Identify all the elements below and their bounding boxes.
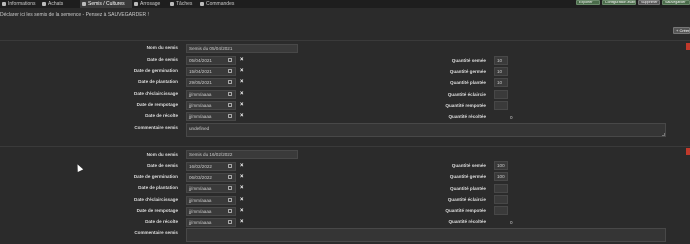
resize-handle-icon[interactable]	[662, 133, 665, 136]
quantite-eclaircie-label: Quantité éclaircie	[447, 92, 486, 97]
commentaire-textarea[interactable]: undefined	[186, 123, 666, 137]
quantite-rempotee-label: Quantité rempotée	[445, 103, 486, 108]
clear-date-icon[interactable]: ×	[240, 91, 244, 97]
nom-semis-input[interactable]: Semis du 05/04/2021	[186, 44, 298, 53]
clear-date-icon[interactable]: ×	[240, 79, 244, 85]
delete-button[interactable]: Supprimer	[638, 0, 660, 5]
calendar-icon[interactable]	[228, 198, 232, 202]
date-plantation-label: Date de plantation	[138, 185, 178, 190]
clear-date-icon[interactable]: ×	[240, 174, 244, 180]
commentaire-label: Commentaire semis	[134, 125, 178, 130]
clear-date-icon[interactable]: ×	[240, 68, 244, 74]
calendar-icon[interactable]	[228, 220, 232, 224]
calendar-icon[interactable]	[228, 186, 232, 190]
calendar-icon[interactable]	[228, 92, 232, 96]
quantite-plantee-input[interactable]: 10	[494, 78, 508, 87]
clear-date-icon[interactable]: ×	[240, 185, 244, 191]
clear-date-icon[interactable]: ×	[240, 57, 244, 63]
save-notice: Déclarer ici les semis de la semence - P…	[0, 12, 149, 18]
quantite-germee-label: Quantité germée	[449, 69, 486, 74]
clear-date-icon[interactable]: ×	[240, 197, 244, 203]
quantite-recoltee-value[interactable]: 0	[510, 115, 513, 120]
quantite-eclaircie-label: Quantité éclaircie	[447, 197, 486, 202]
date-recolte-label: Date de récolte	[145, 113, 178, 118]
advanced-config-button[interactable]: Configuration avancée	[602, 0, 636, 5]
date-eclaircissage-label: Date d'éclaircissage	[134, 91, 178, 96]
quantite-semee-label: Quantité semée	[451, 58, 486, 63]
tab-commandes[interactable]: Commandes	[198, 0, 242, 8]
calendar-icon[interactable]	[228, 80, 232, 84]
date-semis-label: Date de semis	[147, 163, 178, 168]
quantite-plantee-label: Quantité plantée	[450, 186, 486, 191]
watering-can-icon	[134, 2, 138, 6]
nom-semis-label: Nom du semis	[146, 152, 178, 157]
calendar-icon[interactable]	[228, 209, 232, 213]
quantite-semee-input[interactable]: 10	[494, 56, 508, 65]
date-rempotage-label: Date de rempotage	[136, 102, 178, 107]
date-recolte-label: Date de récolte	[145, 219, 178, 224]
tab-informations[interactable]: Informations	[0, 0, 40, 8]
tab-arrosage[interactable]: Arrosage	[132, 0, 168, 8]
clear-date-icon[interactable]: ×	[240, 219, 244, 225]
quantite-germee-input[interactable]: 100	[494, 172, 508, 181]
quantite-germee-label: Quantité germée	[449, 174, 486, 179]
tasks-icon	[170, 2, 174, 6]
date-eclaircissage-label: Date d'éclaircissage	[134, 197, 178, 202]
tab-taches[interactable]: Tâches	[168, 0, 198, 8]
quantite-eclaircie-input[interactable]	[494, 195, 508, 204]
date-semis-label: Date de semis	[147, 57, 178, 62]
delete-semis-2-marker[interactable]	[686, 148, 690, 155]
calendar-icon[interactable]	[228, 114, 232, 118]
calendar-icon[interactable]	[228, 103, 232, 107]
quantite-germee-input[interactable]: 10	[494, 67, 508, 76]
top-nav: Informations Achats Semis / Cultures Arr…	[0, 0, 690, 8]
tab-achats[interactable]: Achats	[40, 0, 80, 8]
quantite-semee-label: Quantité semée	[451, 163, 486, 168]
quantite-plantee-input[interactable]	[494, 184, 508, 193]
quantite-recoltee-label: Quantité récoltée	[448, 114, 486, 119]
quantite-plantee-label: Quantité plantée	[450, 80, 486, 85]
quantite-eclaircie-input[interactable]	[494, 90, 508, 99]
save-button[interactable]: Sauvegarder	[662, 0, 690, 5]
calendar-icon[interactable]	[228, 164, 232, 168]
export-button[interactable]: Exporter	[576, 0, 600, 5]
date-germination-label: Date de germination	[133, 68, 178, 73]
nom-semis-input[interactable]: Semis du 16/02/2022	[186, 150, 298, 159]
date-rempotage-label: Date de rempotage	[136, 208, 178, 213]
cart-icon	[42, 2, 46, 6]
date-plantation-label: Date de plantation	[138, 79, 178, 84]
create-button[interactable]: + Créer	[673, 27, 690, 34]
commentaire-label: Commentaire semis	[134, 230, 178, 235]
quantite-rempotee-input[interactable]	[494, 206, 508, 215]
calendar-icon[interactable]	[228, 69, 232, 73]
calendar-icon[interactable]	[228, 175, 232, 179]
clear-date-icon[interactable]: ×	[240, 102, 244, 108]
seed-icon	[82, 2, 86, 6]
orders-icon	[200, 2, 204, 6]
info-icon	[2, 2, 6, 6]
commentaire-textarea[interactable]	[186, 228, 666, 242]
quantite-rempotee-input[interactable]	[494, 101, 508, 110]
nom-semis-label: Nom du semis	[146, 45, 178, 50]
delete-semis-1-marker[interactable]	[686, 43, 690, 50]
quantite-rempotee-label: Quantité rempotée	[445, 208, 486, 213]
date-germination-label: Date de germination	[133, 174, 178, 179]
tab-semis-cultures[interactable]: Semis / Cultures	[80, 0, 132, 8]
clear-date-icon[interactable]: ×	[240, 208, 244, 214]
quantite-semee-input[interactable]: 100	[494, 161, 508, 170]
calendar-icon[interactable]	[228, 58, 232, 62]
clear-date-icon[interactable]: ×	[240, 163, 244, 169]
clear-date-icon[interactable]: ×	[240, 113, 244, 119]
quantite-recoltee-label: Quantité récoltée	[448, 219, 486, 224]
quantite-recoltee-value[interactable]: 0	[510, 220, 513, 225]
